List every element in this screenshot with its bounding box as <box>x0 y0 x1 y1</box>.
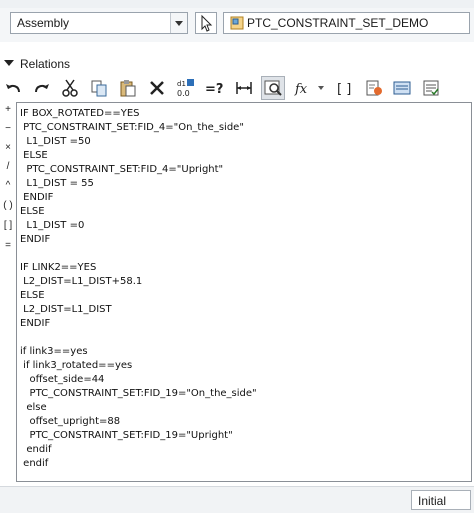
editor-line: endif <box>20 458 49 469</box>
cut-icon <box>62 79 78 97</box>
editor-line: offset_side=44 <box>20 374 105 385</box>
function-button[interactable]: fx <box>291 76 329 100</box>
assembly-icon <box>230 16 244 30</box>
parameters-button[interactable]: [ ] <box>332 76 356 100</box>
copy-button[interactable] <box>87 76 111 100</box>
paste-icon <box>120 80 136 97</box>
undo-button[interactable] <box>2 76 26 100</box>
delete-icon <box>150 81 164 95</box>
decimal-icon: d1 0.0 <box>177 79 194 98</box>
look-in-select[interactable]: Assembly <box>10 12 188 34</box>
locate-button[interactable] <box>261 76 285 100</box>
editor-line: ENDIF <box>20 318 51 329</box>
function-icon: fx <box>294 82 324 97</box>
editor-line: IF BOX_ROTATED==YES <box>20 108 140 119</box>
relations-title: Relations <box>20 57 71 71</box>
editor-line: ELSE <box>20 290 45 301</box>
paste-button[interactable] <box>116 76 140 100</box>
svg-text:fx: fx <box>294 82 308 97</box>
copy-icon <box>91 80 107 97</box>
operator-multiply[interactable]: × <box>0 142 16 153</box>
editor-line: ELSE <box>20 206 45 217</box>
insert-dimension-button[interactable] <box>232 76 256 100</box>
editor-line: ENDIF <box>20 192 54 203</box>
svg-text:0.0: 0.0 <box>177 89 190 98</box>
units-button[interactable] <box>419 76 443 100</box>
operator-equals[interactable]: = <box>0 240 16 251</box>
redo-icon <box>35 84 49 93</box>
look-in-select-value: Assembly <box>17 16 70 30</box>
undo-icon <box>6 84 20 93</box>
verify-icon <box>366 80 382 96</box>
operator-minus[interactable]: − <box>0 123 16 134</box>
editor-line: ENDIF <box>20 234 51 245</box>
relations-editor[interactable]: IF BOX_ROTATED==YES PTC_CONSTRAINT_SET:F… <box>16 102 472 482</box>
sort-icon <box>393 81 411 95</box>
mode-field[interactable]: Initial <box>411 490 471 510</box>
evaluate-button[interactable]: =? <box>203 76 227 100</box>
svg-text:[ ]: [ ] <box>337 82 351 97</box>
operator-sidebar: + − × / ^ ( ) [ ] = <box>0 102 16 262</box>
mode-value: Initial <box>418 494 447 508</box>
redo-button[interactable] <box>29 76 53 100</box>
status-bar: Initial <box>0 486 474 513</box>
editor-line: PTC_CONSTRAINT_SET:FID_19="Upright" <box>20 430 233 441</box>
editor-line: IF LINK2==YES <box>20 262 97 273</box>
operator-plus[interactable]: + <box>0 104 16 115</box>
decimal-button[interactable]: d1 0.0 <box>174 76 198 100</box>
editor-line: L1_DIST = 55 <box>20 178 94 189</box>
relations-toolbar: d1 0.0 =? fx [ ] <box>0 74 474 102</box>
editor-line: endif <box>20 444 52 455</box>
delete-button[interactable] <box>145 76 169 100</box>
editor-line: if link3_rotated==yes <box>20 360 133 371</box>
editor-line: offset_upright=88 <box>20 416 121 427</box>
verify-button[interactable] <box>362 76 386 100</box>
model-name-field[interactable]: PTC_CONSTRAINT_SET_DEMO <box>223 12 470 34</box>
operator-power[interactable]: ^ <box>0 180 16 191</box>
operator-brackets[interactable]: [ ] <box>0 220 16 231</box>
editor-line: PTC_CONSTRAINT_SET:FID_19="On_the_side" <box>20 388 257 399</box>
select-model-button[interactable] <box>195 12 217 34</box>
cut-button[interactable] <box>58 76 82 100</box>
svg-text:=?: =? <box>205 82 223 97</box>
units-icon <box>423 80 439 96</box>
parameters-icon: [ ] <box>337 82 351 97</box>
insert-dimension-icon <box>236 82 252 94</box>
editor-line: ELSE <box>20 150 48 161</box>
editor-line: L1_DIST =50 <box>20 136 91 147</box>
look-in-row: Assembly PTC_CONSTRAINT_SET_DEMO <box>0 8 474 42</box>
editor-line: if link3==yes <box>20 346 88 357</box>
editor-line: PTC_CONSTRAINT_SET:FID_4="Upright" <box>20 164 224 175</box>
editor-line: L1_DIST =0 <box>20 220 85 231</box>
operator-parentheses[interactable]: ( ) <box>0 200 16 211</box>
editor-line: L2_DIST=L1_DIST+58.1 <box>20 276 143 287</box>
sort-button[interactable] <box>390 76 414 100</box>
svg-text:d1: d1 <box>177 80 186 88</box>
evaluate-icon: =? <box>205 82 223 97</box>
chevron-down-icon[interactable] <box>170 13 187 33</box>
model-name: PTC_CONSTRAINT_SET_DEMO <box>247 16 429 30</box>
editor-line: else <box>20 402 47 413</box>
cursor-icon <box>201 14 213 32</box>
collapse-icon[interactable] <box>4 60 14 66</box>
relations-section-header[interactable]: Relations <box>0 52 474 74</box>
locate-icon <box>264 80 282 96</box>
operator-divide[interactable]: / <box>0 161 16 172</box>
editor-line: PTC_CONSTRAINT_SET:FID_4="On_the_side" <box>20 122 244 133</box>
editor-line: L2_DIST=L1_DIST <box>20 304 112 315</box>
